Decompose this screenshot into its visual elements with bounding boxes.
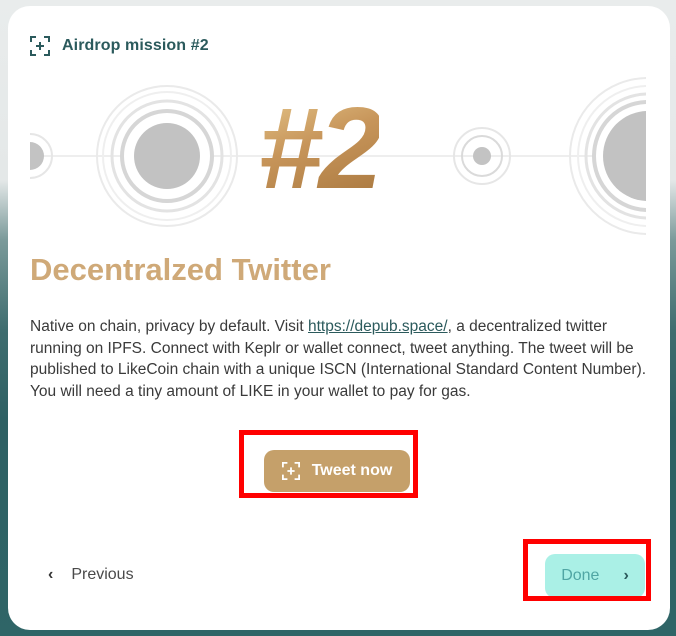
mission-number: #2 bbox=[258, 83, 383, 213]
previous-label: Previous bbox=[71, 566, 134, 583]
mission-banner: #2 bbox=[30, 76, 646, 242]
previous-button[interactable]: ‹ Previous bbox=[48, 563, 134, 587]
description-text-1: Native on chain, privacy by default. Vis… bbox=[30, 318, 308, 335]
mission-dialog: Airdrop mission #2 #2 Decentralzed Twitt… bbox=[8, 6, 670, 630]
mission-heading: Decentralzed Twitter bbox=[30, 252, 331, 287]
description-gas-note: You will need a tiny amount of LIKE in y… bbox=[30, 382, 471, 400]
depub-link[interactable]: https://depub.space/ bbox=[308, 318, 448, 335]
tweet-button-highlight bbox=[239, 430, 418, 498]
dialog-header: Airdrop mission #2 bbox=[30, 36, 209, 56]
chevron-left-icon: ‹ bbox=[48, 566, 54, 583]
description-paragraph: Native on chain, privacy by default. Vis… bbox=[30, 316, 650, 381]
scan-plus-icon bbox=[30, 36, 50, 56]
mission-description: Native on chain, privacy by default. Vis… bbox=[30, 316, 650, 402]
done-button-highlight bbox=[523, 539, 651, 601]
dialog-title: Airdrop mission #2 bbox=[62, 37, 209, 54]
